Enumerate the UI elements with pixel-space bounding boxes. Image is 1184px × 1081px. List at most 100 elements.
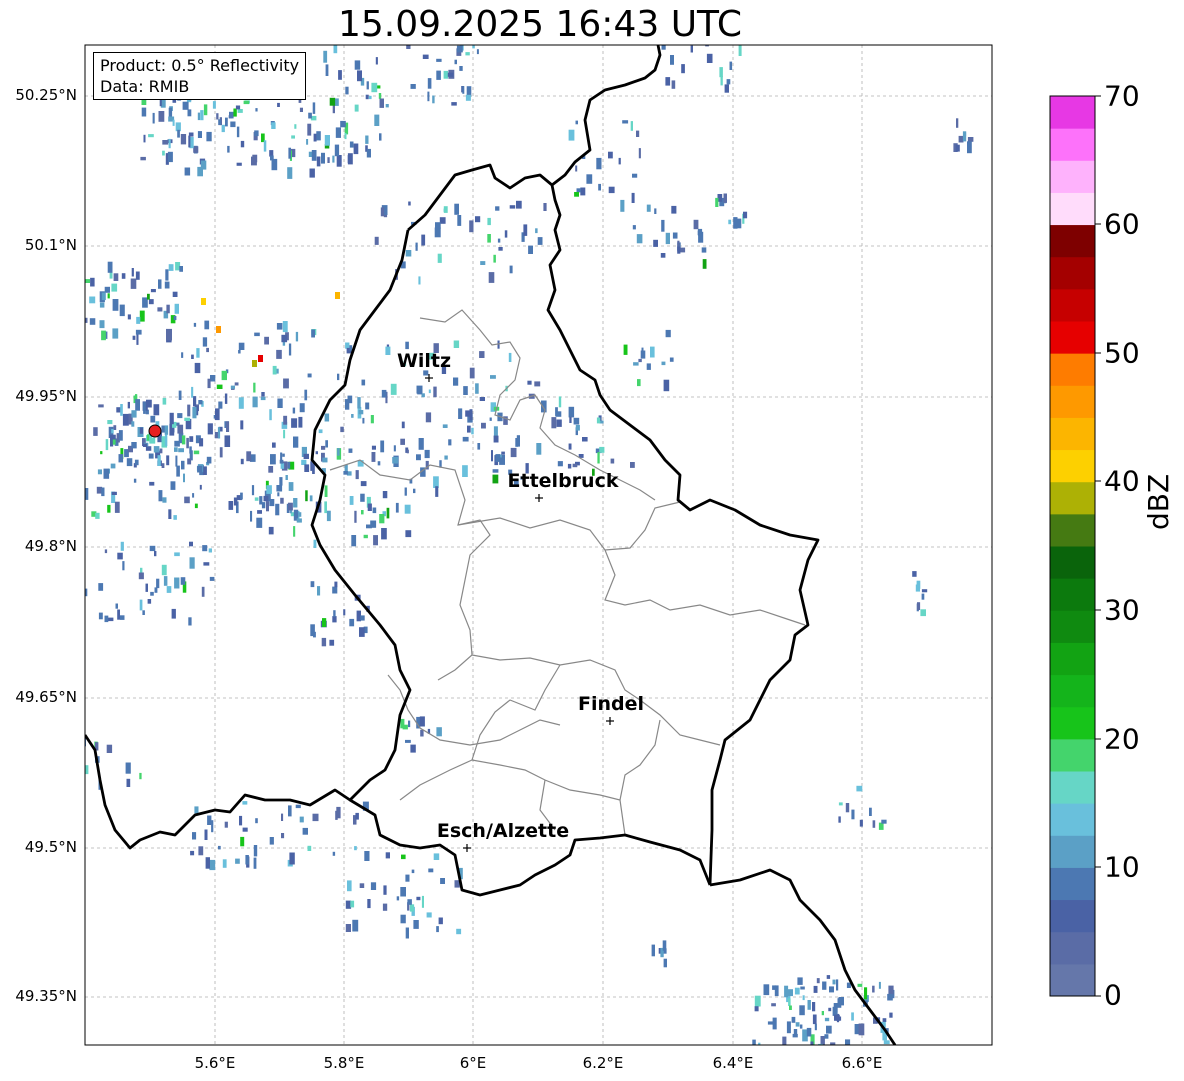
radar-echo (299, 816, 304, 823)
radar-echo (834, 1014, 840, 1021)
radar-echo (557, 461, 563, 467)
radar-echo (410, 744, 416, 753)
radar-echo (442, 424, 448, 428)
radar-echo (368, 95, 372, 100)
radar-echo (370, 882, 377, 890)
radar-echo (127, 314, 131, 320)
radar-echo (856, 785, 863, 792)
radar-echo (70, 459, 73, 469)
radar-echo (413, 920, 419, 929)
radar-echo (495, 454, 501, 462)
radar-echo (912, 571, 917, 577)
radar-echo (469, 367, 475, 379)
radar-echo (347, 395, 353, 404)
radar-echo (349, 141, 354, 148)
radar-echo (454, 203, 459, 215)
radar-echo (436, 727, 442, 737)
radar-echo (400, 438, 405, 445)
radar-echo (337, 373, 340, 381)
radar-echo (425, 412, 432, 423)
radar-echo (789, 1005, 792, 1010)
lat-label: 49.5°N (24, 838, 77, 856)
radar-echo (343, 471, 348, 475)
radar-echo (269, 499, 275, 507)
radar-echo (70, 557, 73, 562)
radar-echo (385, 852, 390, 859)
radar-echo (216, 113, 219, 120)
radar-echo (154, 551, 157, 557)
radar-echo (353, 143, 359, 155)
radar-echo (101, 487, 105, 497)
radar-echo (180, 134, 187, 145)
radar-echo (351, 535, 357, 547)
radar-echo (240, 140, 245, 148)
radar-echo (854, 1024, 860, 1035)
radar-echo (60, 334, 63, 339)
radar-echo (568, 406, 575, 418)
radar-echo (125, 762, 131, 774)
radar-echo (104, 615, 109, 623)
radar-echo (101, 292, 106, 301)
radar-echo (175, 455, 178, 467)
radar-echo (103, 468, 110, 479)
lon-label: 6°E (459, 1054, 487, 1072)
radar-echo (141, 107, 147, 117)
radar-echo (119, 304, 125, 317)
radar-echo (665, 77, 671, 86)
radar-echo (377, 461, 381, 466)
radar-echo (266, 501, 269, 512)
radar-echo (238, 350, 241, 354)
radar-echo (355, 812, 359, 820)
radar-echo (426, 40, 430, 44)
radar-echo (418, 276, 421, 285)
radar-echo (359, 883, 365, 888)
radar-echo (158, 279, 162, 289)
city-label-findel: Findel (577, 693, 645, 715)
radar-echo (85, 765, 89, 775)
radar-echo (235, 858, 240, 864)
colorbar-tick: 30 (1104, 593, 1140, 627)
radar-echo (170, 481, 176, 490)
radar-echo (321, 445, 326, 450)
radar-echo (89, 296, 96, 304)
radar-echo (630, 121, 633, 131)
radar-echo (218, 845, 221, 850)
radar-echo (881, 819, 887, 824)
radar-echo (164, 425, 169, 435)
colorbar-segment (1050, 835, 1095, 868)
radar-echo (810, 1041, 814, 1045)
radar-echo (396, 896, 400, 901)
radar-echo (826, 1025, 832, 1034)
radar-echo (212, 101, 216, 109)
radar-echo (270, 454, 276, 465)
radar-echo (836, 979, 839, 991)
radar-echo (413, 488, 416, 494)
radar-echo (661, 219, 665, 232)
radar-echo (169, 412, 174, 425)
radar-echo (293, 498, 298, 508)
radar-echo (697, 228, 703, 236)
radar-echo (724, 84, 729, 93)
radar-echo (515, 438, 519, 447)
colorbar-segment (1050, 674, 1095, 708)
radar-echo (164, 434, 168, 446)
radar-echo (334, 144, 340, 157)
radar-echo (131, 442, 137, 449)
radar-echo (207, 423, 213, 435)
radar-echo (117, 609, 120, 620)
radar-echo (150, 591, 154, 596)
radar-echo (427, 78, 432, 89)
radar-echo (375, 57, 378, 65)
radar-echo (269, 837, 274, 845)
radar-echo (316, 131, 321, 141)
radar-echo (93, 427, 98, 436)
radar-echo (477, 443, 481, 450)
radar-echo (211, 820, 214, 833)
colorbar-segment (1050, 642, 1095, 676)
radar-echo (139, 427, 144, 434)
radar-echo (324, 485, 328, 497)
radar-echo (251, 156, 257, 166)
radar-echo (663, 379, 670, 392)
radar-echo (955, 144, 960, 152)
radar-echo (201, 586, 205, 597)
